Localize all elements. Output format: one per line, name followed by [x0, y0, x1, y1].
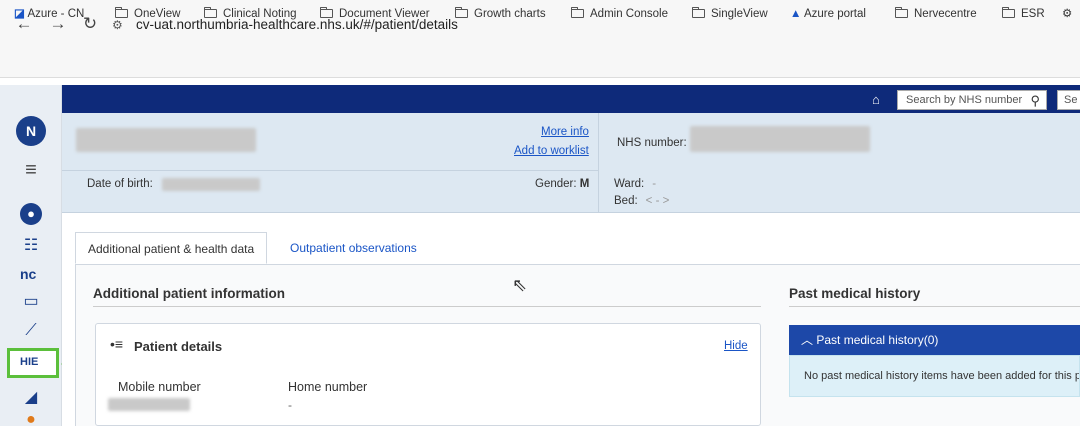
orange-app-icon[interactable]: ● — [21, 410, 41, 426]
bookmark-singleview[interactable]: SingleView — [691, 6, 768, 22]
folder-icon — [894, 7, 908, 18]
bookmark-extra-icon[interactable]: ⚙ — [1062, 6, 1072, 22]
bookmark-oneview[interactable]: OneView — [114, 6, 180, 22]
folder-icon — [570, 7, 584, 18]
section-divider — [789, 306, 1080, 307]
bookmark-nervecentre[interactable]: Nervecentre — [894, 6, 977, 22]
redacted-nhs-number — [690, 126, 870, 152]
bookmark-clinical-noting[interactable]: Clinical Noting — [203, 6, 297, 22]
bookmark-azure-cn[interactable]: ◪ Azure - CN — [14, 6, 84, 22]
section-divider — [93, 306, 761, 307]
hie-nav-item[interactable]: HIE — [20, 356, 38, 368]
documents-icon[interactable]: ▭ — [21, 292, 41, 312]
gender-field: Gender: M — [535, 178, 590, 190]
past-medical-history-accordion[interactable]: ︿ Past medical history(0) — [789, 325, 1080, 355]
signal-icon[interactable]: ◢ — [21, 388, 41, 408]
redacted-dob — [162, 178, 260, 191]
dob-label: Date of birth: — [87, 178, 153, 190]
patient-details-title: Patient details — [134, 339, 223, 354]
mobile-number-label: Mobile number — [118, 380, 201, 394]
folder-icon — [319, 7, 333, 18]
folder-icon — [454, 7, 468, 18]
folder-icon — [691, 7, 705, 18]
banner-divider — [598, 113, 599, 213]
chevron-up-icon: ︿ — [801, 333, 814, 347]
search-icon[interactable]: ⚲ — [1030, 92, 1040, 110]
tab-outpatient-observations[interactable]: Outpatient observations — [278, 232, 429, 264]
bookmark-growth-charts[interactable]: Growth charts — [454, 6, 546, 22]
nhs-number-label: NHS number: — [617, 137, 687, 149]
home-icon[interactable]: ⌂ — [872, 93, 888, 107]
redacted-mobile-number — [108, 398, 190, 411]
folder-icon — [1001, 7, 1015, 18]
mouse-cursor-icon: ⇖ — [512, 275, 528, 295]
past-medical-history-heading: Past medical history — [789, 286, 921, 301]
more-info-link[interactable]: More info — [541, 126, 589, 138]
list-icon: •≡ — [110, 336, 124, 352]
bookmark-azure-portal[interactable]: ▲ Azure portal — [790, 6, 866, 22]
folder-icon — [114, 7, 128, 18]
redacted-patient-name — [76, 128, 256, 152]
azure-devops-icon: ◪ — [14, 8, 25, 20]
home-number-value: - — [288, 398, 292, 412]
document-list-icon[interactable]: ☷ — [21, 236, 41, 256]
folder-icon — [203, 7, 217, 18]
menu-icon[interactable]: ≡ — [21, 160, 41, 180]
nervecentre-nav[interactable]: nc — [20, 266, 36, 282]
home-number-label: Home number — [288, 380, 368, 394]
bookmarks-bar — [0, 50, 1080, 78]
bookmark-admin-console[interactable]: Admin Console — [570, 6, 668, 22]
additional-info-heading: Additional patient information — [93, 286, 285, 301]
ward-field: Ward: - — [614, 178, 657, 190]
banner-divider — [62, 170, 598, 171]
azure-icon: ▲ — [790, 8, 802, 20]
bed-field: Bed: < - > — [614, 195, 670, 207]
bookmark-esr[interactable]: ESR — [1001, 6, 1045, 22]
tab-additional-health-data[interactable]: Additional patient & health data — [75, 232, 268, 264]
app-logo[interactable]: N — [16, 116, 46, 146]
patient-icon[interactable]: ● — [20, 203, 42, 225]
hide-link[interactable]: Hide — [724, 340, 748, 352]
chart-icon[interactable]: ⟋ — [21, 321, 41, 341]
bookmark-document-viewer[interactable]: Document Viewer — [319, 6, 430, 22]
secondary-search-input[interactable]: Se — [1057, 90, 1080, 110]
pmh-empty-message: No past medical history items have been … — [789, 355, 1080, 397]
add-to-worklist-link[interactable]: Add to worklist — [514, 145, 589, 157]
nhs-search-input[interactable]: Search by NHS number ⚲ — [897, 90, 1047, 110]
